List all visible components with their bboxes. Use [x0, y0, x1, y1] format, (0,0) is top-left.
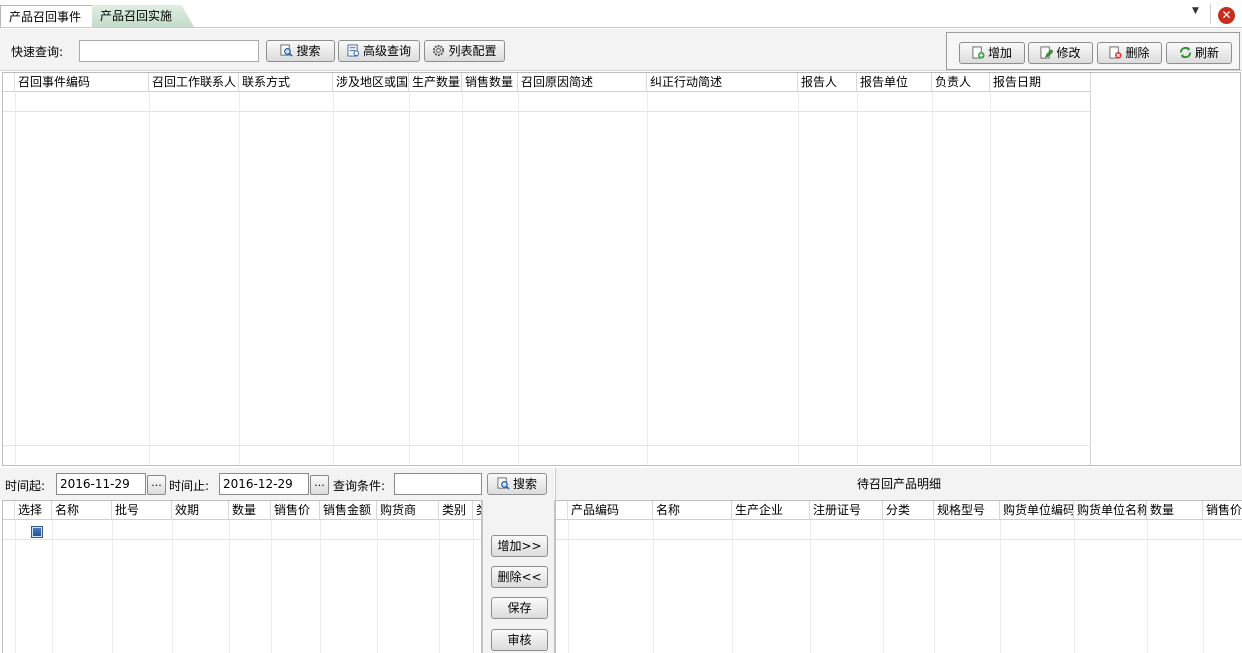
refresh-icon — [1179, 46, 1192, 59]
delete-doc-icon — [1109, 46, 1123, 59]
col-qty[interactable]: 数量 — [1147, 501, 1203, 520]
add-doc-icon — [972, 46, 985, 59]
gear-icon — [433, 44, 445, 57]
col-recall-event-code[interactable]: 召回事件编码 — [15, 73, 149, 92]
tab-recall-implementation[interactable]: 产品召回实施 — [92, 5, 194, 27]
col-corrective-action[interactable]: 纠正行动简述 — [647, 73, 798, 92]
add-to-recall-button[interactable]: 增加>> — [491, 535, 548, 557]
col-buyer-code[interactable]: 购货单位编码 — [1000, 501, 1074, 520]
refresh-button[interactable]: 刷新 — [1166, 42, 1232, 64]
edit-doc-icon — [1040, 46, 1054, 59]
remove-from-recall-button[interactable]: 删除<< — [491, 566, 548, 588]
col-batch-no[interactable]: 批号 — [112, 501, 172, 520]
time-from-input[interactable]: 2016-11-29 — [56, 473, 146, 495]
refresh-button-label: 刷新 — [1194, 46, 1219, 60]
save-button[interactable]: 保存 — [491, 597, 548, 619]
search-icon — [280, 44, 294, 57]
time-from-picker-button[interactable]: ... — [147, 475, 166, 495]
search-icon — [497, 477, 510, 490]
tab-recall-event[interactable]: 产品召回事件 — [0, 5, 94, 27]
quick-query-input[interactable] — [79, 40, 259, 62]
query-condition-label: 查询条件: — [333, 479, 386, 493]
col-contact-info[interactable]: 联系方式 — [239, 73, 333, 92]
col-quantity[interactable]: 数量 — [229, 501, 271, 520]
col-sale-amount[interactable]: 销售金额 — [320, 501, 377, 520]
select-checkbox[interactable] — [31, 526, 43, 538]
edit-button-label: 修改 — [1056, 46, 1081, 60]
col-recall-contact[interactable]: 召回工作联系人 — [149, 73, 239, 92]
col-sales-qty[interactable]: 销售数量 — [462, 73, 518, 92]
row-header-corner — [556, 501, 568, 520]
col-reporter[interactable]: 报告人 — [798, 73, 857, 92]
col-sale-price[interactable]: 销售价 — [271, 501, 320, 520]
tab-list-dropdown-icon[interactable]: ▼ — [1192, 6, 1199, 16]
transfer-button-column: 增加>> 删除<< 保存 审核 — [482, 500, 555, 653]
recall-event-grid[interactable]: 召回事件编码 召回工作联系人 联系方式 涉及地区或国 生产数量 销售数量 召回原… — [2, 72, 1241, 466]
col-region-country[interactable]: 涉及地区或国 — [333, 73, 409, 92]
filter-search-label: 搜索 — [512, 477, 537, 491]
filter-search-button[interactable]: 搜索 — [487, 473, 547, 495]
quick-query-label: 快速查询: — [11, 45, 64, 59]
column-config-label: 列表配置 — [448, 44, 497, 58]
col-registration-no[interactable]: 注册证号 — [810, 501, 883, 520]
col-name[interactable]: 名称 — [52, 501, 112, 520]
col-production-qty[interactable]: 生产数量 — [409, 73, 462, 92]
time-to-input[interactable]: 2016-12-29 — [219, 473, 309, 495]
row-header-corner — [3, 501, 15, 520]
table-row[interactable] — [3, 539, 481, 540]
edit-button[interactable]: 修改 — [1028, 42, 1093, 64]
time-to-picker-button[interactable]: ... — [310, 475, 329, 495]
col-spec-model[interactable]: 规格型号 — [934, 501, 1000, 520]
col-product-name[interactable]: 名称 — [653, 501, 732, 520]
row-header-corner — [3, 73, 15, 92]
delete-button[interactable]: 删除 — [1097, 42, 1162, 64]
col-product-code[interactable]: 产品编码 — [568, 501, 653, 520]
tab-divider — [1210, 4, 1211, 24]
col-expiry[interactable]: 效期 — [172, 501, 229, 520]
time-to-label: 时间止: — [169, 479, 210, 493]
recall-product-detail-title: 待召回产品明细 — [555, 468, 1242, 500]
audit-button[interactable]: 审核 — [491, 629, 548, 651]
advanced-query-button[interactable]: 高级查询 — [338, 40, 420, 62]
search-button-label: 搜索 — [296, 44, 321, 58]
recall-product-grid-header: 产品编码 名称 生产企业 注册证号 分类 规格型号 购货单位编码 购货单位名称 … — [556, 501, 1242, 520]
recall-event-grid-header: 召回事件编码 召回工作联系人 联系方式 涉及地区或国 生产数量 销售数量 召回原… — [3, 73, 1091, 92]
tab-bar: 产品召回事件 产品召回实施 ▼ ✕ — [0, 0, 1242, 28]
sales-record-grid-header: 选择 名称 批号 效期 数量 销售价 销售金额 购货商 类别 类 — [3, 501, 481, 520]
col-manufacturer[interactable]: 生产企业 — [732, 501, 810, 520]
column-config-button[interactable]: 列表配置 — [424, 40, 505, 62]
advanced-query-icon — [347, 44, 360, 57]
time-from-label: 时间起: — [5, 479, 46, 493]
sales-record-grid[interactable]: 选择 名称 批号 效期 数量 销售价 销售金额 购货商 类别 类 — [2, 500, 482, 653]
col-recall-reason[interactable]: 召回原因简述 — [518, 73, 647, 92]
col-category[interactable]: 类别 — [439, 501, 473, 520]
col-select[interactable]: 选择 — [15, 501, 52, 520]
col-reporting-unit[interactable]: 报告单位 — [857, 73, 932, 92]
col-buyer[interactable]: 购货商 — [377, 501, 439, 520]
add-button-label: 增加 — [987, 46, 1012, 60]
col-report-date[interactable]: 报告日期 — [990, 73, 1091, 92]
close-icon[interactable]: ✕ — [1218, 7, 1235, 24]
delete-button-label: 删除 — [1125, 46, 1150, 60]
query-condition-input[interactable] — [394, 473, 482, 495]
recall-product-grid[interactable]: 产品编码 名称 生产企业 注册证号 分类 规格型号 购货单位编码 购货单位名称 … — [555, 500, 1242, 653]
advanced-query-label: 高级查询 — [362, 44, 411, 58]
col-classification[interactable]: 分类 — [883, 501, 934, 520]
col-buyer-name[interactable]: 购货单位名称 — [1074, 501, 1147, 520]
grid-footer-row — [3, 445, 1091, 446]
col-price[interactable]: 销售价 — [1203, 501, 1242, 520]
table-row[interactable] — [3, 111, 1091, 112]
search-button[interactable]: 搜索 — [266, 40, 335, 62]
col-category-2[interactable]: 类 — [473, 501, 481, 520]
col-responsible-person[interactable]: 负责人 — [932, 73, 990, 92]
add-button[interactable]: 增加 — [959, 42, 1025, 64]
table-row[interactable] — [556, 539, 1242, 540]
date-filter-bar: 时间起: 2016-11-29 ... 时间止: 2016-12-29 ... … — [0, 468, 554, 500]
